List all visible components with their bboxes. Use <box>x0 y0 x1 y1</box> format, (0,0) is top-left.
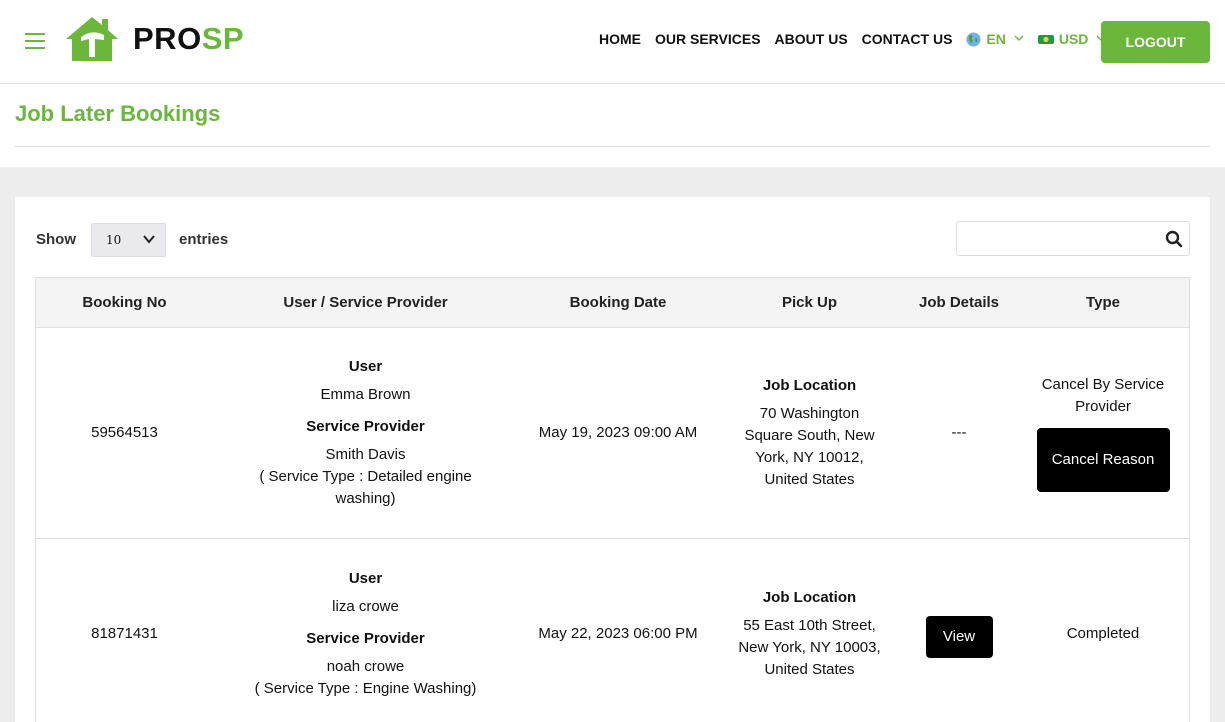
pickup-label: Job Location <box>762 588 857 606</box>
column-header-type[interactable]: Type <box>1017 278 1189 327</box>
table-header-row: Booking No User / Service Provider Booki… <box>36 278 1189 328</box>
globe-icon <box>966 31 981 47</box>
column-header-job-details[interactable]: Job Details <box>901 278 1017 327</box>
entries-value: 10 <box>106 233 122 247</box>
column-header-pick-up[interactable]: Pick Up <box>718 278 901 327</box>
pickup-label: Job Location <box>762 377 857 394</box>
job-details-cell: --- <box>951 424 967 441</box>
main-nav: HOME OUR SERVICES ABOUT US CONTACT US EN… <box>599 31 1120 47</box>
currency-dropdown[interactable]: USD <box>1037 31 1107 47</box>
pickup-cell: Job Location 70 Washington Square South,… <box>718 328 901 538</box>
language-dropdown[interactable]: EN <box>966 31 1024 47</box>
column-header-user-provider[interactable]: User / Service Provider <box>213 278 518 327</box>
nav-about-us[interactable]: ABOUT US <box>775 31 848 47</box>
title-divider <box>15 146 1210 147</box>
top-header: PROSP HOME OUR SERVICES ABOUT US CONTACT… <box>0 0 1225 84</box>
provider-label: Service Provider <box>306 418 425 435</box>
view-job-details-button[interactable]: View <box>925 615 993 658</box>
column-header-booking-date[interactable]: Booking Date <box>518 278 718 327</box>
page-title: Job Later Bookings <box>15 101 221 126</box>
user-provider-cell: User Emma Brown Service Provider Smith D… <box>213 328 518 538</box>
logo-text: PROSP <box>133 21 245 56</box>
logout-button[interactable]: LOGOUT <box>1101 21 1210 63</box>
nav-contact-us[interactable]: CONTACT US <box>862 31 953 47</box>
user-provider-cell: User liza crowe Service Provider noah cr… <box>213 539 518 722</box>
table-row: 81871431 User liza crowe Service Provide… <box>36 539 1189 722</box>
banknote-icon <box>1037 34 1054 45</box>
cancel-reason-button[interactable]: Cancel Reason <box>1036 428 1170 492</box>
currency-value: USD <box>1058 31 1089 47</box>
nav-our-services[interactable]: OUR SERVICES <box>655 31 761 47</box>
provider-name: noah crowe <box>326 657 405 675</box>
provider-name: Smith Davis <box>325 446 406 463</box>
user-name: Emma Brown <box>320 386 411 403</box>
bookings-table: Booking No User / Service Provider Booki… <box>35 277 1190 722</box>
user-name: liza crowe <box>332 597 399 615</box>
user-label: User <box>348 358 383 375</box>
search-box <box>956 221 1190 256</box>
booking-date-cell: May 19, 2023 09:00 AM <box>538 424 698 441</box>
search-input[interactable] <box>957 222 1157 255</box>
booking-date-cell: May 22, 2023 06:00 PM <box>538 624 698 642</box>
show-label: Show <box>36 231 76 248</box>
booking-no-cell: 81871431 <box>91 624 158 642</box>
service-type: ( Service Type : Engine Washing) <box>254 679 477 697</box>
house-hammer-logo-icon <box>66 17 118 61</box>
pickup-address: 70 Washington Square South, New York, NY… <box>744 405 875 488</box>
search-icon[interactable] <box>1165 230 1183 253</box>
language-value: EN <box>986 31 1006 47</box>
booking-type: Cancel By Service Provider <box>1041 376 1165 415</box>
hamburger-menu-icon[interactable] <box>25 33 45 50</box>
logo[interactable]: PROSP <box>64 15 244 63</box>
table-row: 59564513 User Emma Brown Service Provide… <box>36 328 1189 539</box>
pickup-cell: Job Location 55 East 10th Street, New Yo… <box>718 539 901 722</box>
chevron-down-icon <box>1014 34 1024 45</box>
pickup-address: 55 East 10th Street, New York, NY 10003,… <box>738 616 881 678</box>
type-cell: Completed <box>1066 624 1140 642</box>
entries-label: entries <box>179 231 229 248</box>
chevron-down-icon <box>142 232 156 249</box>
job-details-cell: View <box>901 539 1017 722</box>
nav-home[interactable]: HOME <box>599 31 641 47</box>
user-label: User <box>348 569 383 587</box>
provider-label: Service Provider <box>306 629 425 647</box>
type-cell: Cancel By Service Provider Cancel Reason <box>1017 328 1189 538</box>
entries-per-page-select[interactable]: 10 <box>91 223 166 257</box>
booking-no-cell: 59564513 <box>91 424 158 441</box>
service-type: ( Service Type : Detailed engine washing… <box>259 468 472 507</box>
column-header-booking-no[interactable]: Booking No <box>36 278 213 327</box>
